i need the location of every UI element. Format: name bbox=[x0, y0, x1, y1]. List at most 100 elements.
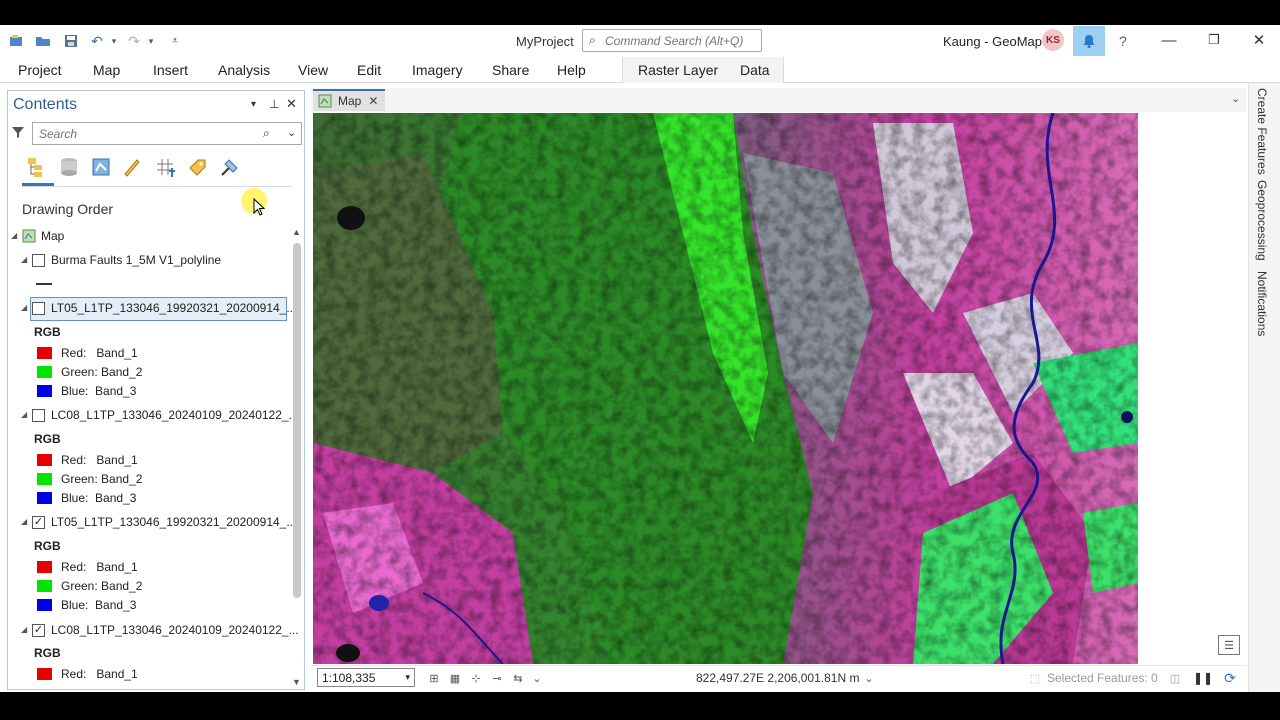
renderer-label: RGB bbox=[34, 539, 61, 553]
collapse-layer-icon[interactable]: ◢ bbox=[21, 410, 27, 419]
layer-visibility-checkbox[interactable] bbox=[32, 408, 45, 422]
new-project-icon[interactable] bbox=[6, 31, 26, 51]
tab-data[interactable]: Data bbox=[740, 62, 770, 78]
open-project-icon[interactable] bbox=[33, 31, 53, 51]
constraints-icon[interactable]: ⊸ bbox=[489, 670, 505, 686]
layer-row-3[interactable]: ✓ LC08_L1TP_133046_20240109_20240122_... bbox=[32, 620, 299, 640]
redo-icon[interactable]: ↷ bbox=[125, 31, 143, 51]
list-by-perspective-icon[interactable] bbox=[218, 155, 242, 179]
redo-dropdown-icon[interactable]: ▾ bbox=[145, 31, 157, 51]
band-label: Green: Band_2 bbox=[61, 579, 143, 593]
layer-visibility-checkbox[interactable] bbox=[32, 301, 45, 315]
tab-imagery[interactable]: Imagery bbox=[412, 62, 463, 78]
close-pane-icon[interactable]: ✕ bbox=[286, 96, 297, 112]
search-icon: ⌕ bbox=[589, 33, 596, 47]
refresh-cache-icon[interactable]: ◫ bbox=[1167, 670, 1183, 686]
layer-row-faults[interactable]: Burma Faults 1_5M V1_polyline bbox=[32, 250, 221, 270]
notifications-button[interactable] bbox=[1073, 26, 1105, 56]
collapse-layer-icon[interactable]: ◢ bbox=[21, 303, 27, 312]
band-row-red: Red: Band_1 bbox=[37, 450, 138, 470]
data-tab-icon[interactable]: ☰ bbox=[1218, 635, 1240, 655]
more-tools-dropdown-icon[interactable]: ⌄ bbox=[529, 670, 545, 686]
layer-visibility-checkbox[interactable]: ✓ bbox=[32, 623, 45, 637]
collapse-map-icon[interactable]: ◢ bbox=[11, 231, 17, 240]
contents-scrollbar[interactable]: ▲ ▼ bbox=[291, 227, 303, 689]
layer-visibility-checkbox[interactable]: ✓ bbox=[32, 515, 45, 529]
tab-project[interactable]: Project bbox=[18, 62, 62, 78]
pin-icon[interactable]: ⊥ bbox=[269, 97, 279, 111]
tab-map[interactable]: Map bbox=[93, 62, 120, 78]
layer-row-1[interactable]: LC08_L1TP_133046_20240109_20240122_... bbox=[32, 405, 299, 425]
close-map-tab-icon[interactable]: ✕ bbox=[368, 94, 378, 108]
collapse-layer-icon[interactable]: ◢ bbox=[21, 255, 27, 264]
contents-pane: Contents ▾ ⊥ ✕ ⌕ ⌄ bbox=[7, 90, 305, 690]
layer-row-0[interactable]: LT05_L1TP_133046_19920321_20200914_... bbox=[32, 298, 296, 318]
undo-icon[interactable]: ↶ bbox=[88, 31, 106, 51]
customize-toolbar-icon[interactable]: ⩡ bbox=[167, 31, 183, 51]
scrollbar-thumb[interactable] bbox=[293, 243, 301, 598]
list-by-labeling-icon[interactable] bbox=[185, 155, 209, 179]
avatar[interactable]: KS bbox=[1042, 29, 1064, 51]
coordinate-format-dropdown-icon[interactable]: ⌄ bbox=[861, 670, 877, 686]
notifications-tab[interactable]: Notifications bbox=[1255, 271, 1269, 336]
contents-search[interactable]: ⌕ ⌄ bbox=[32, 122, 302, 145]
band-row-green: Green: Band_2 bbox=[37, 576, 142, 596]
contents-title: Contents bbox=[13, 96, 78, 113]
list-by-editing-icon[interactable] bbox=[120, 155, 144, 179]
grid-icon[interactable]: ▦ bbox=[447, 670, 463, 686]
list-by-selection-icon[interactable] bbox=[89, 155, 113, 179]
tab-list-icon[interactable]: ⌄ bbox=[1231, 92, 1240, 105]
restore-icon[interactable]: ❐ bbox=[1203, 29, 1225, 51]
tab-view[interactable]: View bbox=[298, 62, 328, 78]
band-label: Red: Band_1 bbox=[61, 667, 138, 681]
selection-icon: ⬚ bbox=[1029, 672, 1041, 685]
scroll-up-icon[interactable]: ▲ bbox=[292, 227, 301, 237]
list-by-source-icon[interactable] bbox=[57, 155, 81, 179]
red-swatch bbox=[37, 561, 52, 573]
layer-visibility-checkbox[interactable] bbox=[32, 253, 45, 267]
command-search[interactable]: ⌕ bbox=[582, 29, 762, 52]
help-button[interactable]: ? bbox=[1119, 33, 1127, 49]
search-icon[interactable]: ⌕ bbox=[263, 126, 270, 141]
collapse-layer-icon[interactable]: ◢ bbox=[21, 517, 27, 526]
tab-share[interactable]: Share bbox=[492, 62, 529, 78]
close-icon[interactable]: ✕ bbox=[1248, 29, 1270, 51]
ribbon-tabs: Project Map Insert Analysis View Edit Im… bbox=[0, 57, 1280, 83]
filter-icon[interactable] bbox=[11, 125, 25, 142]
save-project-icon[interactable] bbox=[61, 31, 81, 51]
collapse-layer-icon[interactable]: ◢ bbox=[21, 625, 27, 634]
tab-raster-layer[interactable]: Raster Layer bbox=[638, 62, 718, 78]
create-features-tab[interactable]: Create Features bbox=[1255, 88, 1269, 175]
tab-edit[interactable]: Edit bbox=[357, 62, 381, 78]
contents-search-input[interactable] bbox=[39, 125, 249, 142]
pane-options-icon[interactable]: ▾ bbox=[251, 99, 256, 110]
layer-row-2[interactable]: ✓ LT05_L1TP_133046_19920321_20200914_... bbox=[32, 512, 296, 532]
refresh-icon[interactable]: ⟳ bbox=[1222, 670, 1238, 686]
search-dropdown-icon[interactable]: ⌄ bbox=[287, 126, 296, 139]
user-name[interactable]: Kaung - GeoMap bbox=[943, 34, 1042, 49]
geoprocessing-tab[interactable]: Geoprocessing bbox=[1255, 180, 1269, 261]
snapping-icon[interactable]: ⊹ bbox=[468, 670, 484, 686]
scale-selector[interactable]: 1:108,335 ▾ bbox=[317, 668, 415, 687]
map-status-bar: 1:108,335 ▾ ⊞ ▦ ⊹ ⊸ ⇆ ⌄ 822,497.27E 2,20… bbox=[311, 665, 1246, 689]
navigation-icon[interactable]: ⇆ bbox=[510, 670, 526, 686]
band-row-blue: Blue: Band_3 bbox=[37, 488, 136, 508]
band-row-blue: Blue: Band_3 bbox=[37, 595, 136, 615]
blue-swatch bbox=[37, 385, 52, 397]
tab-analysis[interactable]: Analysis bbox=[218, 62, 270, 78]
minimize-icon[interactable]: — bbox=[1158, 29, 1180, 51]
tab-insert[interactable]: Insert bbox=[153, 62, 188, 78]
scroll-down-icon[interactable]: ▼ bbox=[292, 677, 301, 687]
polyline-symbol bbox=[36, 283, 52, 285]
list-by-snapping-icon[interactable] bbox=[153, 155, 177, 179]
fixed-zoom-icon[interactable]: ⊞ bbox=[426, 670, 442, 686]
undo-dropdown-icon[interactable]: ▾ bbox=[108, 31, 120, 51]
tab-map-view[interactable]: Map ✕ bbox=[313, 89, 385, 111]
layer-name: LC08_L1TP_133046_20240109_20240122_... bbox=[51, 408, 299, 422]
list-by-drawing-order-icon[interactable] bbox=[25, 155, 49, 179]
map-canvas[interactable]: ☰ bbox=[313, 113, 1246, 664]
command-search-input[interactable] bbox=[605, 32, 755, 49]
map-node[interactable]: Map bbox=[22, 226, 64, 246]
tab-help[interactable]: Help bbox=[557, 62, 586, 78]
pause-drawing-icon[interactable]: ❚❚ bbox=[1193, 670, 1213, 686]
